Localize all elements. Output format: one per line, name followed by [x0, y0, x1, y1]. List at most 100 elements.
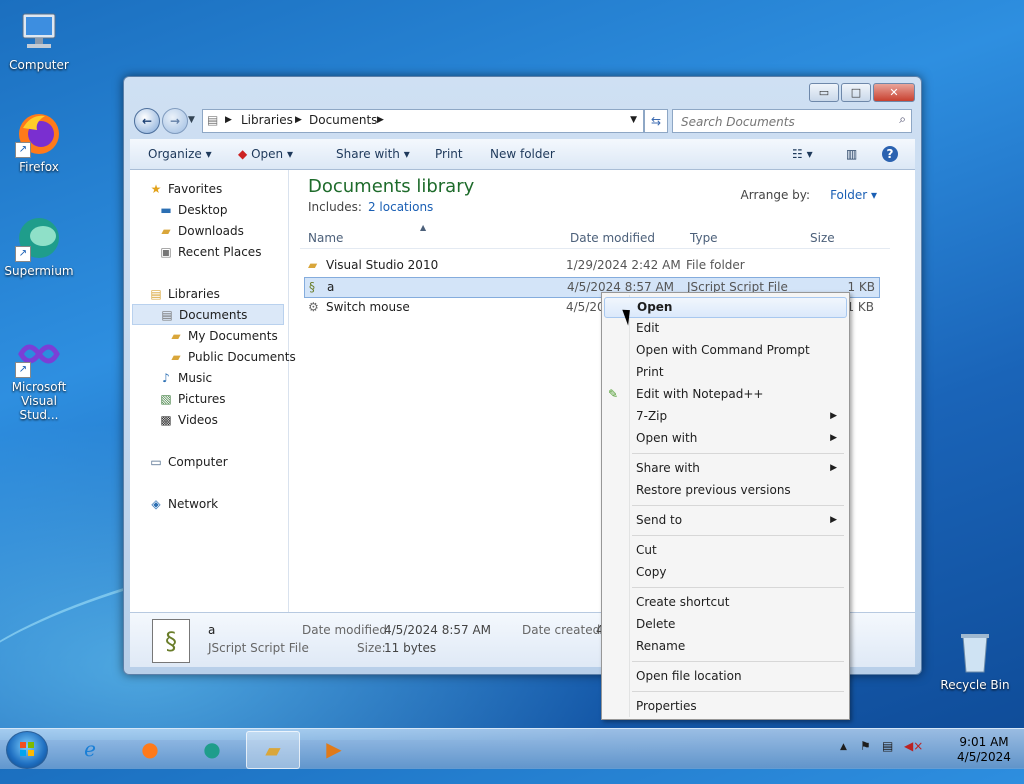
- menu-item-properties[interactable]: Properties: [604, 696, 845, 717]
- desktop-icon-supermium[interactable]: ↗ Supermium: [0, 214, 78, 278]
- desktop-icon-visual-studio[interactable]: ↗ Microsoft Visual Stud...: [0, 330, 78, 422]
- print-button[interactable]: Print: [435, 147, 463, 161]
- includes-label: Includes:: [308, 200, 362, 214]
- menu-item-restore-versions[interactable]: Restore previous versions: [604, 480, 845, 501]
- submenu-arrow-icon: ▶: [830, 463, 837, 473]
- menu-item-print[interactable]: Print: [604, 362, 845, 383]
- menu-item-share-with[interactable]: Share with ▶: [604, 458, 845, 479]
- search-icon[interactable]: ⌕: [899, 112, 906, 127]
- nav-recent-places[interactable]: ▣ Recent Places: [158, 242, 261, 263]
- nav-documents[interactable]: ▤ Documents: [132, 304, 284, 325]
- nav-favorites[interactable]: ★ Favorites: [148, 179, 223, 200]
- desktop-icon-firefox[interactable]: ↗ Firefox: [0, 110, 78, 174]
- column-name[interactable]: Name: [308, 231, 343, 245]
- nav-my-documents[interactable]: ▰ My Documents: [168, 326, 277, 347]
- address-dropdown-icon[interactable]: ▼: [630, 115, 637, 125]
- menu-item-copy[interactable]: Copy: [604, 562, 845, 583]
- menu-item-edit[interactable]: Edit: [604, 318, 845, 339]
- menu-item-open-file-location[interactable]: Open file location: [604, 666, 845, 687]
- maximize-button[interactable]: □: [841, 83, 871, 102]
- breadcrumb-arrow-icon[interactable]: ▶: [225, 115, 232, 125]
- details-file-type: JScript Script File: [208, 641, 309, 655]
- nav-label: Downloads: [178, 224, 244, 238]
- menu-label: Send to: [636, 513, 683, 527]
- computer-icon: [15, 8, 63, 56]
- nav-label: Desktop: [178, 203, 228, 217]
- column-headers: Name ▲ Date modified Type Size: [300, 223, 890, 249]
- nav-videos[interactable]: ▩ Videos: [158, 410, 218, 431]
- volume-muted-icon[interactable]: ◀×: [904, 739, 923, 753]
- nav-label: Network: [168, 497, 219, 511]
- nav-network[interactable]: ◈ Network: [148, 494, 218, 515]
- breadcrumb-arrow-icon[interactable]: ▶: [295, 115, 302, 125]
- locations-link[interactable]: 2 locations: [368, 200, 433, 214]
- share-with-button[interactable]: Share with ▾: [336, 147, 410, 161]
- menu-label: Rename: [636, 639, 686, 653]
- taskbar-internet-explorer-icon[interactable]: ℯ: [64, 731, 116, 767]
- show-hidden-icons-icon[interactable]: ▲: [840, 742, 847, 752]
- nav-desktop[interactable]: ▬ Desktop: [158, 200, 228, 221]
- menu-separator: [632, 453, 844, 454]
- details-size-label: Size:: [357, 641, 386, 655]
- arrange-dropdown[interactable]: Folder ▾: [820, 188, 877, 202]
- nav-music[interactable]: ♪ Music: [158, 368, 212, 389]
- address-bar[interactable]: ▤ ▶ Libraries ▶ Documents ▶ ▼: [202, 109, 644, 133]
- minimize-button[interactable]: ▭: [809, 83, 839, 102]
- nav-pictures[interactable]: ▧ Pictures: [158, 389, 225, 410]
- desktop-icon-recycle-bin[interactable]: Recycle Bin: [936, 628, 1014, 692]
- nav-computer[interactable]: ▭ Computer: [148, 452, 227, 473]
- column-size[interactable]: Size: [810, 231, 835, 245]
- command-bar: Organize ▾ ◆ Open ▾ Share with ▾ Print N…: [130, 139, 915, 170]
- nav-downloads[interactable]: ▰ Downloads: [158, 221, 244, 242]
- menu-item-create-shortcut[interactable]: Create shortcut: [604, 592, 845, 613]
- menu-item-edit-notepadpp[interactable]: ✎ Edit with Notepad++: [604, 384, 845, 405]
- taskbar-firefox-icon[interactable]: ●: [124, 731, 176, 767]
- back-button[interactable]: ←: [134, 108, 160, 134]
- help-icon[interactable]: ?: [882, 146, 898, 162]
- new-folder-button[interactable]: New folder: [490, 147, 555, 161]
- menu-label: Open: [637, 300, 673, 314]
- taskbar-explorer-icon[interactable]: ▰: [246, 731, 300, 769]
- taskbar-supermium-icon[interactable]: ●: [186, 731, 238, 767]
- breadcrumb-arrow-icon[interactable]: ▶: [377, 115, 384, 125]
- navigation-pane: ★ Favorites ▬ Desktop ▰ Downloads ▣ Recent P…: [130, 170, 296, 612]
- organize-button[interactable]: Organize ▾: [148, 147, 212, 161]
- desktop-icon-computer[interactable]: Computer: [0, 8, 78, 72]
- script-file-icon: ⚙: [308, 300, 319, 314]
- clock[interactable]: 9:01 AM 4/5/2024: [954, 735, 1014, 765]
- menu-item-open-with[interactable]: Open with ▶: [604, 428, 845, 449]
- music-icon: ♪: [162, 371, 170, 385]
- recent-pages-chevron-icon[interactable]: ▼: [188, 115, 195, 125]
- open-button[interactable]: ◆ Open ▾: [238, 147, 293, 161]
- preview-pane-icon[interactable]: ▥: [846, 147, 857, 161]
- menu-item-delete[interactable]: Delete: [604, 614, 845, 635]
- menu-separator: [632, 535, 844, 536]
- forward-button[interactable]: →: [162, 108, 188, 134]
- start-button[interactable]: [6, 731, 48, 769]
- column-type[interactable]: Type: [690, 231, 718, 245]
- refresh-button[interactable]: ⇆: [644, 109, 668, 133]
- menu-item-open[interactable]: Open: [604, 297, 847, 318]
- search-input[interactable]: [679, 112, 883, 132]
- menu-item-open-command-prompt[interactable]: Open with Command Prompt: [604, 340, 845, 361]
- nav-public-documents[interactable]: ▰ Public Documents: [168, 347, 295, 368]
- breadcrumb-documents[interactable]: Documents: [309, 113, 377, 127]
- file-row[interactable]: ▰ Visual Studio 2010 1/29/2024 2:42 AM F…: [304, 256, 878, 275]
- menu-item-send-to[interactable]: Send to ▶: [604, 510, 845, 531]
- nav-libraries[interactable]: ▤ Libraries: [148, 284, 220, 305]
- menu-item-rename[interactable]: Rename: [604, 636, 845, 657]
- menu-item-cut[interactable]: Cut: [604, 540, 845, 561]
- close-button[interactable]: ✕: [873, 83, 915, 102]
- action-center-flag-icon[interactable]: ⚑: [860, 739, 871, 753]
- taskbar-media-player-icon[interactable]: ▶: [308, 731, 360, 767]
- nav-label: Videos: [178, 413, 218, 427]
- column-date-modified[interactable]: Date modified: [570, 231, 655, 245]
- open-label: Open: [251, 147, 284, 161]
- network-tray-icon[interactable]: ▤: [882, 739, 893, 753]
- change-view-icon[interactable]: ☷ ▾: [792, 147, 813, 161]
- breadcrumb-libraries[interactable]: Libraries: [241, 113, 293, 127]
- firefox-icon: ↗: [15, 110, 63, 158]
- details-date-modified-label: Date modified:: [302, 623, 392, 637]
- menu-item-7zip[interactable]: 7-Zip ▶: [604, 406, 845, 427]
- recent-places-icon: ▣: [160, 245, 172, 259]
